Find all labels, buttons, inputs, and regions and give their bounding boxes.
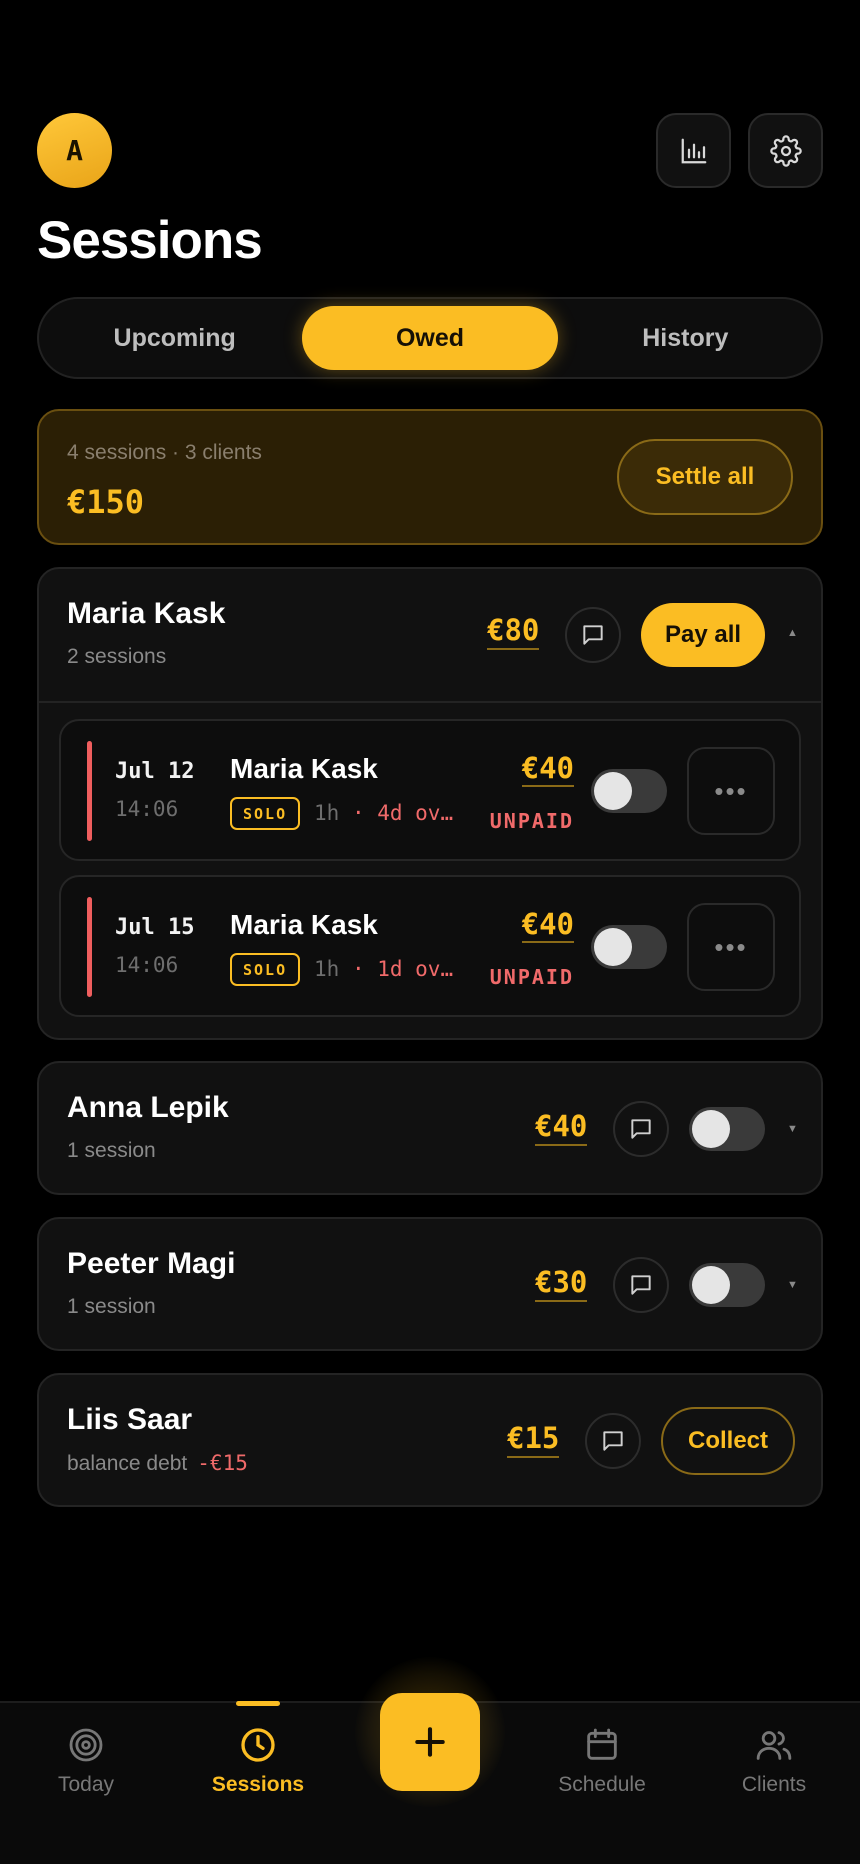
owed-summary-card: 4 sessions · 3 clients €150 Settle all	[37, 409, 823, 545]
session-row[interactable]: Jul 15 14:06 Maria Kask SOLO 1h · 1d ov……	[59, 875, 801, 1017]
collapse-icon[interactable]: ▲	[787, 627, 798, 639]
tab-owed[interactable]: Owed	[302, 306, 558, 370]
message-button[interactable]	[613, 1101, 669, 1157]
client-session-count: 1 session	[67, 1139, 156, 1162]
session-overdue: · 1d ov…	[351, 957, 454, 981]
summary-meta: 4 sessions · 3 clients	[67, 441, 262, 464]
client-amount[interactable]: €80	[487, 613, 540, 650]
bar-chart-icon	[681, 138, 706, 163]
page-title: Sessions	[37, 211, 263, 270]
session-date: Jul 12	[115, 759, 195, 784]
session-client-name: Maria Kask	[230, 753, 378, 784]
client-session-count: 2 sessions	[67, 645, 167, 668]
session-duration: 1h	[314, 801, 340, 825]
balance-label: balance debt	[67, 1452, 188, 1475]
client-amount[interactable]: €30	[535, 1265, 588, 1302]
nav-label: Schedule	[558, 1773, 646, 1796]
session-info: 1h · 1d ov…	[314, 957, 453, 981]
session-client-name: Maria Kask	[230, 909, 378, 940]
client-card-maria-kask: Maria Kask 2 sessions €80 Pay all ▲ Jul …	[37, 567, 823, 1040]
session-type-badge: SOLO	[230, 953, 301, 986]
expand-icon[interactable]: ▼	[787, 1123, 798, 1135]
client-card-anna-lepik[interactable]: Anna Lepik 1 session €40 ▼	[37, 1061, 823, 1195]
session-status: UNPAID	[489, 965, 574, 989]
session-duration: 1h	[314, 957, 340, 981]
session-type-badge: SOLO	[230, 797, 301, 830]
toggle-knob	[594, 928, 632, 966]
more-icon: •••	[714, 931, 748, 962]
nav-sessions[interactable]: Sessions	[183, 1725, 333, 1797]
stats-button[interactable]	[656, 113, 731, 188]
clock-icon	[241, 1728, 275, 1762]
session-amount: €40	[521, 751, 574, 787]
chat-icon	[631, 1275, 651, 1295]
session-row[interactable]: Jul 12 14:06 Maria Kask SOLO 1h · 4d ov……	[59, 719, 801, 861]
nav-clients[interactable]: Clients	[699, 1725, 849, 1797]
client-card-liis-saar[interactable]: Liis Saar balance debt -€15 €15 Collect	[37, 1373, 823, 1507]
client-name: Liis Saar	[67, 1403, 193, 1436]
card-divider	[39, 701, 821, 703]
session-status: UNPAID	[489, 809, 574, 833]
toggle-knob	[594, 772, 632, 810]
nav-today[interactable]: Today	[11, 1725, 161, 1797]
tab-history[interactable]: History	[558, 306, 813, 370]
unpaid-indicator	[87, 897, 92, 997]
pay-all-button[interactable]: Pay all	[641, 603, 765, 667]
message-button[interactable]	[565, 607, 621, 663]
message-button[interactable]	[585, 1413, 641, 1469]
nav-schedule[interactable]: Schedule	[527, 1725, 677, 1797]
session-time: 14:06	[115, 953, 179, 977]
active-tab-indicator	[236, 1701, 280, 1706]
chat-icon	[583, 625, 603, 645]
nav-label: Clients	[741, 1773, 807, 1796]
more-options-button[interactable]: •••	[687, 903, 775, 991]
expand-icon[interactable]: ▼	[787, 1279, 798, 1291]
summary-total: €150	[67, 483, 145, 521]
session-time: 14:06	[115, 797, 179, 821]
nav-label: Today	[57, 1773, 115, 1796]
toggle-knob	[692, 1110, 730, 1148]
calendar-icon	[587, 1728, 617, 1760]
client-name: Peeter Magi	[67, 1247, 236, 1280]
plus-icon	[415, 1727, 445, 1757]
settings-button[interactable]	[748, 113, 823, 188]
paid-toggle[interactable]	[689, 1263, 765, 1307]
more-icon: •••	[714, 775, 748, 806]
target-icon	[69, 1728, 103, 1762]
paid-toggle[interactable]	[591, 769, 667, 813]
tab-upcoming[interactable]: Upcoming	[47, 306, 302, 370]
balance-debt: -€15	[197, 1451, 248, 1475]
session-info: 1h · 4d ov…	[314, 801, 453, 825]
add-session-button[interactable]	[380, 1693, 480, 1791]
session-date: Jul 15	[115, 915, 195, 940]
paid-toggle[interactable]	[591, 925, 667, 969]
client-balance: balance debt -€15	[67, 1451, 248, 1476]
paid-toggle[interactable]	[689, 1107, 765, 1151]
client-session-count: 1 session	[67, 1295, 156, 1318]
client-card-peeter-magi[interactable]: Peeter Magi 1 session €30 ▼	[37, 1217, 823, 1351]
collect-button[interactable]: Collect	[661, 1407, 795, 1475]
avatar-initial: A	[66, 134, 83, 167]
gear-icon	[769, 134, 802, 167]
users-icon	[756, 1731, 792, 1760]
chat-icon	[603, 1431, 623, 1451]
nav-label: Sessions	[211, 1773, 305, 1796]
session-amount: €40	[521, 907, 574, 943]
chat-icon	[631, 1119, 651, 1139]
unpaid-indicator	[87, 741, 92, 841]
client-name: Maria Kask	[67, 597, 226, 630]
client-name: Anna Lepik	[67, 1091, 229, 1124]
session-overdue: · 4d ov…	[351, 801, 454, 825]
session-tabs: Upcoming Owed History	[37, 297, 823, 379]
avatar[interactable]: A	[37, 113, 112, 188]
more-options-button[interactable]: •••	[687, 747, 775, 835]
message-button[interactable]	[613, 1257, 669, 1313]
settle-all-button[interactable]: Settle all	[617, 439, 793, 515]
toggle-knob	[692, 1266, 730, 1304]
client-amount[interactable]: €15	[507, 1421, 560, 1458]
client-amount[interactable]: €40	[535, 1109, 588, 1146]
